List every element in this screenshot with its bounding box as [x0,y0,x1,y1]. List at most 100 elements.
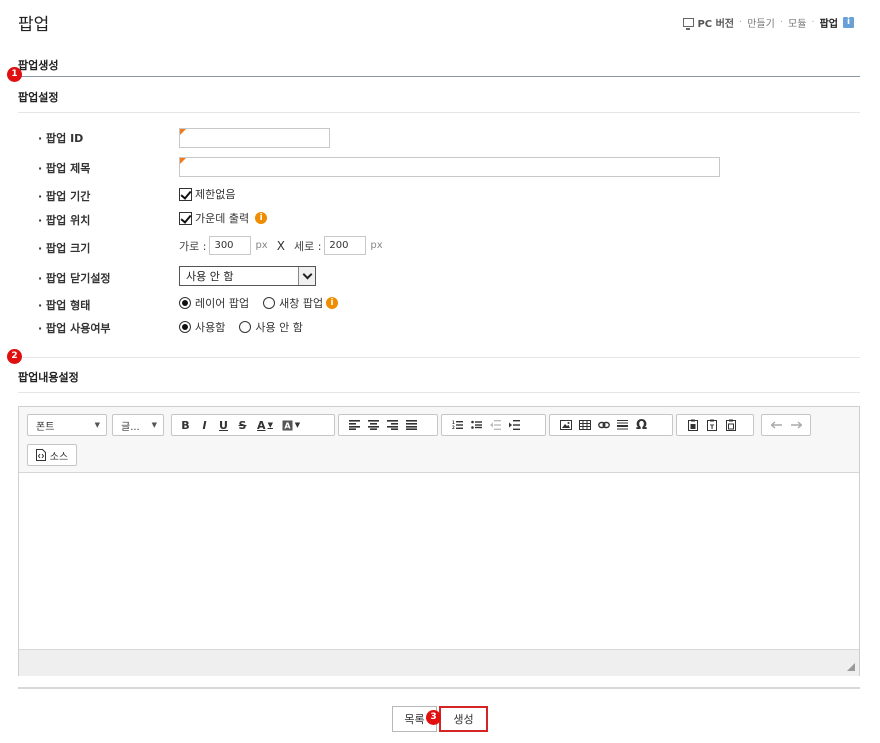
type-layer-option[interactable]: 레이어 팝업 [179,295,249,311]
insert-group: Ω [549,414,673,436]
close-setting-select[interactable]: 사용 안 함 [179,266,316,286]
type-window-radio[interactable] [263,297,276,309]
section-divider [18,76,860,77]
paste-button[interactable] [683,415,702,435]
bold-button[interactable]: B [176,415,195,435]
rich-text-editor: 폰트 ▼ 글... ▼ B I U S A ▼ A ▼ 12 Ω T 소스 [18,406,860,676]
breadcrumb-pc-label: PC 버전 [697,19,735,30]
source-icon [35,449,46,461]
step-badge-3: 3 [426,710,441,725]
outdent-button[interactable] [486,415,505,435]
font-size-label: 글... [121,421,140,433]
justify-button[interactable] [402,415,421,435]
caret-down-icon: ▼ [94,421,100,429]
use-yes-text: 사용함 [195,321,226,334]
popup-id-input[interactable] [179,128,330,148]
link-icon [597,421,610,429]
justify-icon [406,420,417,430]
special-char-button[interactable]: Ω [632,415,651,435]
align-left-icon [349,420,360,430]
table-button[interactable] [575,415,594,435]
editor-toolbar: 폰트 ▼ 글... ▼ B I U S A ▼ A ▼ 12 Ω T 소스 [19,407,859,473]
numbered-list-button[interactable]: 12 [448,415,467,435]
popup-size-fields: 가로 : 300 px X 세로 : 200 px [179,236,383,255]
background-color-button[interactable]: A ▼ [278,415,304,435]
caret-down-icon: ▼ [267,421,273,429]
settings-title: 팝업설정 [18,91,59,104]
align-right-icon [387,420,398,430]
paste-text-icon: T [706,419,717,431]
width-input[interactable]: 300 [209,236,252,255]
bullet-list-icon [471,420,482,430]
breadcrumb-pc-version[interactable]: PC 버전 [683,15,734,30]
popup-size-label: · 팝업 크기 [38,242,91,255]
breadcrumb: PC 버전 · 만들기 · 모듈 · 팝업 i [683,15,854,30]
use-yes-option[interactable]: 사용함 [179,319,225,335]
strikethrough-button[interactable]: S [233,415,252,435]
redo-button[interactable] [786,415,805,435]
align-right-button[interactable] [383,415,402,435]
font-color-button[interactable]: A ▼ [252,415,278,435]
position-center-text: 가운데 출력 [195,212,250,225]
info-icon[interactable]: i [843,17,854,28]
section-title: 팝업생성 [18,59,59,72]
info-icon[interactable]: i [255,212,268,224]
content-divider [18,392,860,393]
font-family-dropdown[interactable]: 폰트 ▼ [27,414,107,436]
position-center-checkbox[interactable] [179,211,192,225]
settings-divider [18,112,860,113]
height-input[interactable]: 200 [324,236,367,255]
height-label: 세로 : [293,239,322,253]
clipboard-group: T [676,414,754,436]
breadcrumb-separator: · [811,17,815,28]
paste-text-button[interactable]: T [702,415,721,435]
italic-button[interactable]: I [195,415,214,435]
monitor-icon [683,18,695,30]
step-badge-2: 2 [7,349,22,364]
popup-title-input[interactable] [179,157,720,177]
close-setting-value: 사용 안 함 [186,270,234,283]
create-button[interactable]: 생성 [439,706,488,732]
background-color-icon: A [282,420,293,431]
type-layer-radio[interactable] [179,297,191,309]
bullet-list-button[interactable] [467,415,486,435]
source-label: 소스 [49,451,69,463]
list-group: 12 [441,414,546,436]
font-size-dropdown[interactable]: 글... ▼ [112,414,164,436]
info-icon[interactable]: i [326,297,339,309]
svg-text:2: 2 [452,425,455,430]
use-yes-radio[interactable] [179,321,191,333]
align-center-button[interactable] [364,415,383,435]
period-unlimited-option[interactable]: 제한없음 [179,186,235,202]
use-no-option[interactable]: 사용 안 함 [239,319,303,335]
undo-button[interactable] [767,415,786,435]
horizontal-line-button[interactable] [613,415,632,435]
type-window-option[interactable]: 새창 팝업 i [263,295,339,311]
underline-button[interactable]: U [214,415,233,435]
breadcrumb-separator: · [739,17,743,28]
popup-use-options: 사용함 사용 안 함 [179,319,317,335]
resize-grip-icon[interactable] [847,663,855,671]
indent-button[interactable] [505,415,524,435]
font-family-label: 폰트 [36,421,55,433]
breadcrumb-create[interactable]: 만들기 [747,15,775,30]
image-button[interactable] [556,415,575,435]
page-title: 팝업 [18,15,50,35]
popup-type-options: 레이어 팝업 새창 팝업 i [179,295,352,311]
paste-word-button[interactable] [721,415,740,435]
editor-content-area[interactable] [19,473,859,649]
breadcrumb-module[interactable]: 모듈 [788,15,806,30]
type-layer-text: 레이어 팝업 [195,297,250,310]
position-center-option[interactable]: 가운데 출력 i [179,210,268,226]
svg-text:T: T [709,424,714,431]
paste-icon [687,419,698,431]
use-no-radio[interactable] [239,321,252,333]
popup-use-label: · 팝업 사용여부 [38,322,111,335]
history-group [761,414,811,436]
align-center-icon [368,420,379,430]
period-unlimited-checkbox[interactable] [179,187,192,201]
link-button[interactable] [594,415,613,435]
text-format-group: B I U S A ▼ A ▼ [171,414,335,436]
source-button[interactable]: 소스 [27,444,77,466]
align-left-button[interactable] [345,415,364,435]
